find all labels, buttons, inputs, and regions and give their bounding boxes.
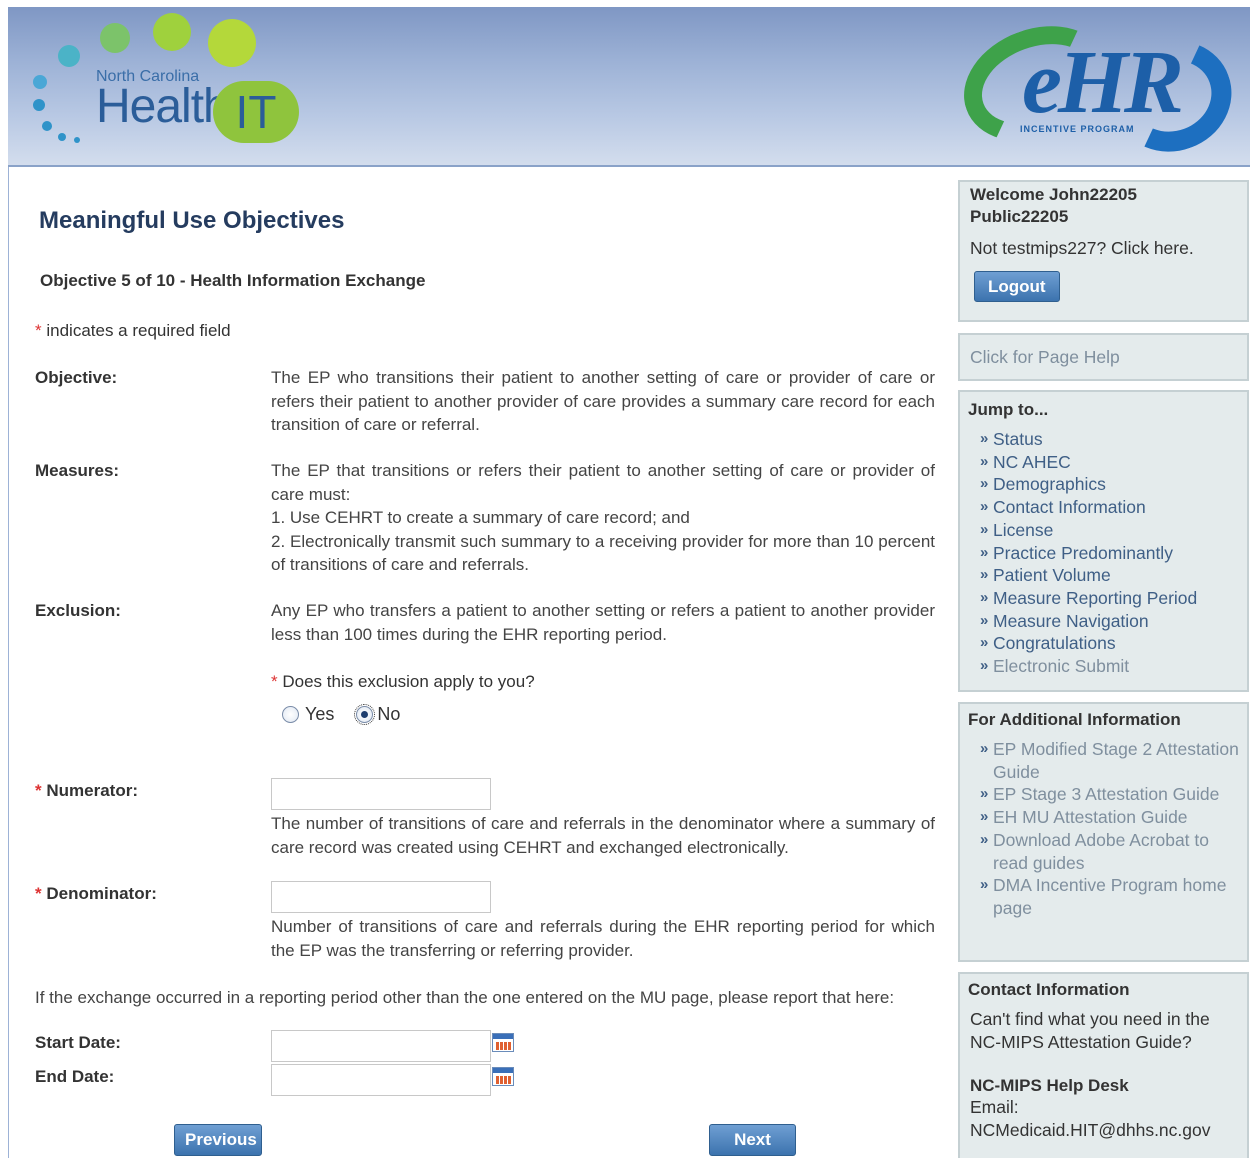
jump-nc-ahec[interactable]: NC AHEC: [968, 451, 1239, 474]
exclusion-question: * Does this exclusion apply to you?: [271, 672, 535, 691]
logo-dot: [33, 99, 45, 111]
logout-button[interactable]: Logout: [974, 271, 1060, 302]
helpdesk-title: NC-MIPS Help Desk: [970, 1076, 1129, 1095]
contact-panel: Contact Information Can't find what you …: [958, 972, 1249, 1158]
reporting-period-note: If the exchange occurred in a reporting …: [35, 988, 895, 1007]
welcome-panel: Welcome John22205 Public22205 Not testmi…: [958, 180, 1249, 322]
jump-measure-navigation[interactable]: Measure Navigation: [968, 610, 1239, 633]
measures-label: Measures:: [35, 461, 120, 480]
next-button[interactable]: Next: [709, 1124, 796, 1156]
welcome-text: Welcome John22205 Public22205: [970, 185, 1137, 226]
required-asterisk: *: [35, 321, 42, 340]
required-note: * indicates a required field: [35, 321, 231, 340]
end-date-label: End Date:: [35, 1067, 115, 1086]
jump-demographics[interactable]: Demographics: [968, 473, 1239, 496]
link-dma-incentive-program[interactable]: DMA Incentive Program home page: [968, 874, 1239, 919]
logo-dot: [153, 13, 191, 51]
numerator-label: * Numerator:: [35, 781, 138, 800]
logo-dot: [100, 23, 130, 53]
exclusion-label: Exclusion:: [35, 601, 121, 620]
jump-license[interactable]: License: [968, 519, 1239, 542]
radio-no[interactable]: [354, 704, 376, 725]
jump-patient-volume[interactable]: Patient Volume: [968, 564, 1239, 587]
logo-dot: [74, 137, 80, 143]
logo-dot: [42, 121, 52, 131]
page-help-panel: Click for Page Help: [958, 333, 1249, 381]
page-title: Meaningful Use Objectives: [39, 207, 345, 234]
jump-electronic-submit[interactable]: Electronic Submit: [968, 655, 1239, 678]
jump-status[interactable]: Status: [968, 428, 1239, 451]
measures-item-2: 2. Electronically transmit such summary …: [271, 531, 935, 575]
ehr-logo-text: eHR: [1022, 33, 1184, 132]
ehr-logo-subtext: INCENTIVE PROGRAM: [1020, 124, 1135, 134]
jump-contact-information[interactable]: Contact Information: [968, 496, 1239, 519]
logo-dot: [33, 75, 47, 89]
jump-measure-reporting-period[interactable]: Measure Reporting Period: [968, 587, 1239, 610]
measures-item-1: 1. Use CEHRT to create a summary of care…: [271, 508, 690, 527]
exclusion-text: Any EP who transfers a patient to anothe…: [271, 601, 935, 644]
additional-info-list: EP Modified Stage 2 Attestation Guide EP…: [968, 738, 1239, 920]
link-ep-modified-stage-2-guide[interactable]: EP Modified Stage 2 Attestation Guide: [968, 738, 1239, 783]
not-user-link[interactable]: Not testmips227? Click here.: [970, 238, 1237, 259]
numerator-input[interactable]: [271, 778, 491, 810]
jump-congratulations[interactable]: Congratulations: [968, 632, 1239, 655]
radio-yes[interactable]: [282, 706, 299, 723]
jump-to-list: Status NC AHEC Demographics Contact Info…: [968, 428, 1239, 678]
logo-dot: [58, 45, 80, 67]
site-header: North Carolina Health IT eHR INCENTIVE P…: [8, 7, 1250, 167]
link-download-acrobat[interactable]: Download Adobe Acrobat to read guides: [968, 829, 1239, 874]
measures-text: The EP that transitions or refers their …: [271, 459, 935, 577]
denominator-input[interactable]: [271, 881, 491, 913]
end-date-input[interactable]: [271, 1064, 491, 1096]
calendar-icon[interactable]: [492, 1067, 514, 1086]
calendar-icon[interactable]: [492, 1033, 514, 1052]
radio-no-label[interactable]: No: [377, 704, 400, 725]
contact-heading: Contact Information: [968, 980, 1130, 999]
required-asterisk: *: [271, 672, 278, 691]
objective-subtitle: Objective 5 of 10 - Health Information E…: [40, 271, 426, 290]
additional-info-heading: For Additional Information: [968, 710, 1181, 729]
jump-to-panel: Jump to... Status NC AHEC Demographics C…: [958, 390, 1249, 692]
objective-label: Objective:: [35, 368, 118, 387]
page-help-link[interactable]: Click for Page Help: [970, 347, 1237, 368]
numerator-help: The number of transitions of care and re…: [271, 814, 935, 857]
link-eh-mu-guide[interactable]: EH MU Attestation Guide: [968, 806, 1239, 829]
start-date-label: Start Date:: [35, 1033, 121, 1052]
radio-yes-label[interactable]: Yes: [305, 704, 334, 725]
additional-info-panel: For Additional Information EP Modified S…: [958, 702, 1249, 962]
denominator-label: * Denominator:: [35, 884, 157, 903]
jump-to-heading: Jump to...: [968, 400, 1049, 419]
previous-button[interactable]: Previous: [174, 1124, 262, 1156]
contact-text: Can't find what you need in the NC-MIPS …: [970, 1009, 1210, 1052]
email-label: Email:: [970, 1097, 1019, 1117]
helpdesk-email[interactable]: NCMedicaid.HIT@dhhs.nc.gov: [970, 1119, 1237, 1142]
ehr-incentive-logo: eHR INCENTIVE PROGRAM: [947, 7, 1248, 165]
measures-intro: The EP that transitions or refers their …: [271, 461, 935, 504]
logo-dot: [208, 19, 256, 67]
jump-practice-predominantly[interactable]: Practice Predominantly: [968, 542, 1239, 565]
exclusion-radio-group: Yes No: [282, 704, 400, 725]
start-date-input[interactable]: [271, 1030, 491, 1062]
logo-health: Health: [96, 80, 230, 133]
denominator-help: Number of transitions of care and referr…: [271, 917, 935, 960]
logo-it: IT: [213, 81, 299, 143]
objective-text: The EP who transitions their patient to …: [271, 368, 935, 434]
logo-dot: [58, 133, 66, 141]
main-content: Meaningful Use Objectives Objective 5 of…: [0, 167, 950, 1158]
link-ep-stage-3-guide[interactable]: EP Stage 3 Attestation Guide: [968, 783, 1239, 806]
